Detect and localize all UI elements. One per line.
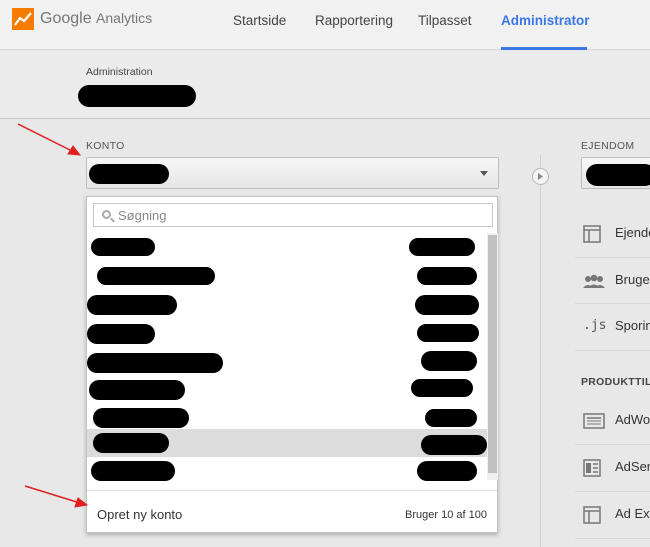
dropdown-scrollbar[interactable] — [487, 233, 498, 480]
account-dropdown: Søgning Opret ny konto Bruger 10 af 100 — [86, 196, 498, 533]
account-count: Bruger 10 af 100 — [405, 509, 487, 521]
logo-google-text: Google — [40, 10, 92, 27]
arrow-right-circle-icon — [532, 168, 549, 185]
ad-exchange-linking-label: Ad Ex — [615, 506, 650, 521]
js-icon: .js — [583, 318, 607, 333]
redacted-selected-property — [586, 164, 650, 186]
nav-administrator[interactable]: Administrator — [501, 13, 590, 28]
property-section-label: EJENDOM — [581, 140, 635, 152]
user-management-label: Bruge — [615, 272, 650, 287]
window-icon — [583, 225, 601, 243]
tracking-info-label: Sporin — [615, 318, 650, 333]
nav-startside[interactable]: Startside — [233, 13, 286, 28]
nav-rapportering[interactable]: Rapportering — [315, 13, 393, 28]
google-analytics-logo[interactable]: Google Analytics — [12, 8, 152, 30]
chevron-down-icon — [480, 171, 488, 176]
account-row[interactable] — [87, 345, 487, 373]
adwords-icon — [583, 412, 605, 430]
account-section-label: KONTO — [86, 140, 125, 152]
admin-header: Administration — [0, 51, 650, 119]
adsense-icon — [583, 459, 601, 477]
scrollbar-thumb[interactable] — [488, 235, 497, 473]
account-row[interactable] — [87, 401, 487, 429]
divider — [575, 538, 650, 539]
account-selector[interactable] — [86, 157, 499, 189]
users-icon — [583, 272, 605, 290]
logo-product-text: Analytics — [96, 10, 153, 26]
nav-active-underline — [501, 47, 587, 50]
account-row[interactable] — [87, 457, 487, 485]
account-row[interactable] — [87, 317, 487, 345]
divider — [575, 350, 650, 351]
nav-tilpasset[interactable]: Tilpasset — [418, 13, 472, 28]
product-linking-label: PRODUKTTIL — [581, 376, 650, 388]
ad-exchange-linking-item[interactable]: Ad Ex — [575, 492, 650, 538]
account-row[interactable] — [87, 373, 487, 401]
account-row[interactable] — [87, 233, 487, 261]
property-settings-label: Ejendo — [615, 225, 650, 240]
search-placeholder: Søgning — [118, 208, 167, 223]
account-row[interactable] — [87, 261, 487, 289]
redacted-account-name — [78, 85, 196, 107]
admin-label: Administration — [86, 66, 153, 78]
create-account-link[interactable]: Opret ny konto — [97, 507, 182, 522]
adsense-linking-item[interactable]: AdSer — [575, 445, 650, 491]
adwords-linking-label: AdWo — [615, 412, 650, 427]
account-row[interactable] — [87, 289, 487, 317]
account-row-highlighted[interactable] — [87, 429, 487, 457]
adwords-linking-item[interactable]: AdWo — [575, 398, 650, 444]
search-input[interactable]: Søgning — [93, 203, 493, 227]
search-icon — [102, 210, 111, 219]
top-navigation-bar: Google Analytics Startside Rapportering … — [0, 0, 650, 50]
property-selector[interactable] — [581, 157, 650, 189]
annotation-arrow-create — [24, 485, 89, 508]
analytics-logo-icon — [12, 8, 34, 30]
account-list — [87, 233, 487, 483]
logo-text: Google Analytics — [40, 10, 152, 28]
window-icon — [583, 506, 601, 524]
annotation-arrow-konto — [17, 123, 82, 156]
adsense-linking-label: AdSer — [615, 459, 650, 474]
redacted-selected-account — [89, 164, 169, 184]
property-settings-item[interactable]: Ejendo — [575, 211, 650, 257]
tracking-info-item[interactable]: .js Sporin — [575, 304, 650, 350]
dropdown-footer-divider — [87, 490, 497, 491]
column-divider — [540, 155, 541, 547]
user-management-item[interactable]: Bruge — [575, 258, 650, 304]
